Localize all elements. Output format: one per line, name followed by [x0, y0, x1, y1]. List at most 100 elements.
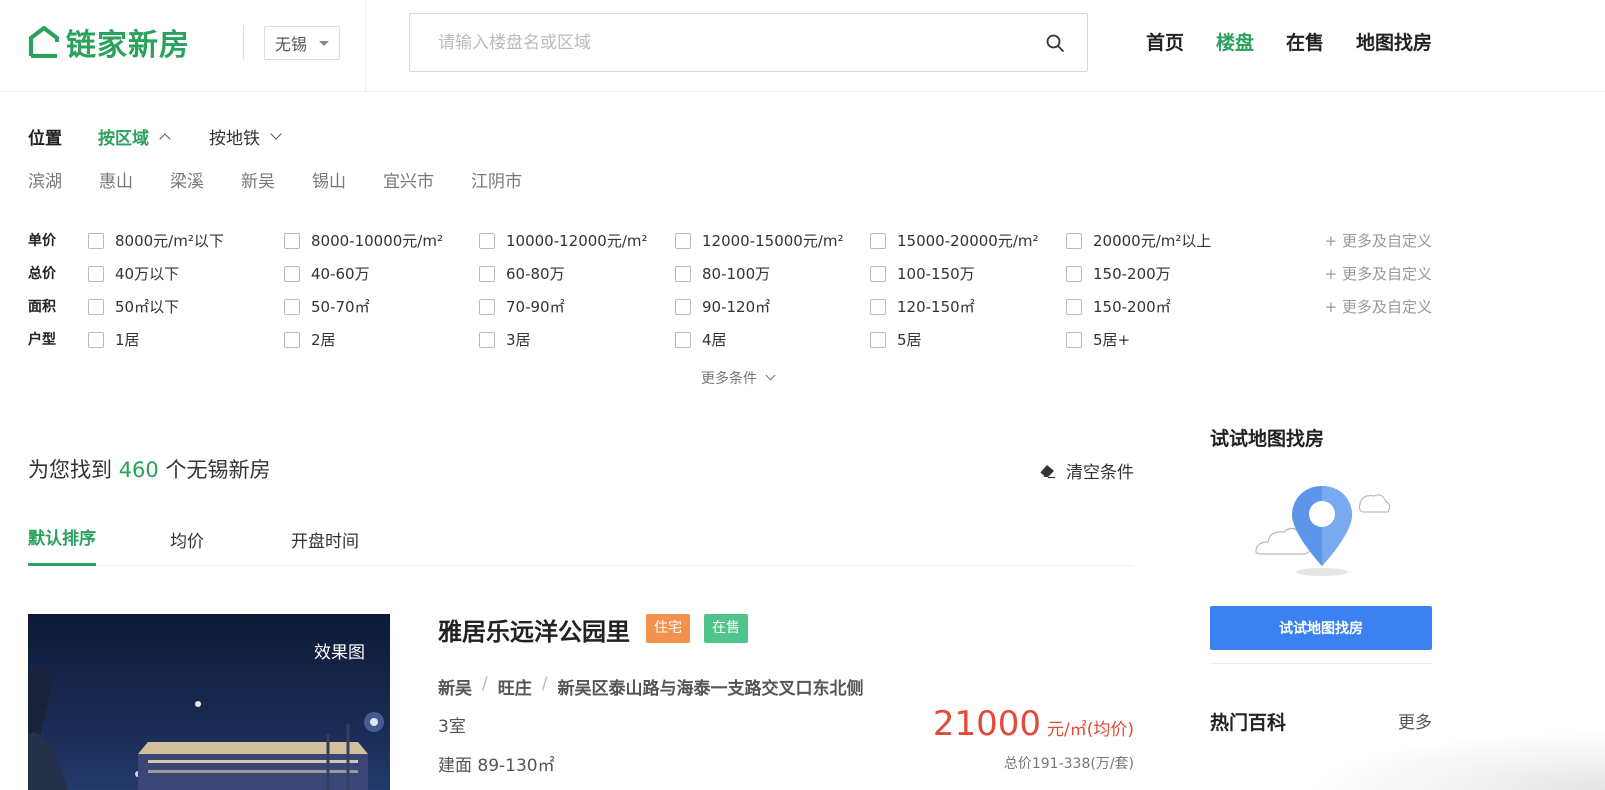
filter-option[interactable]: 120-150㎡ — [870, 296, 975, 317]
checkbox[interactable] — [870, 298, 886, 315]
filter-option[interactable]: 50-70㎡ — [284, 296, 370, 317]
map-search-title: 试试地图找房 — [1210, 428, 1325, 450]
filter-option[interactable]: 50㎡以下 — [88, 296, 179, 317]
checkbox[interactable] — [1066, 265, 1082, 282]
more-conditions-toggle[interactable]: 更多条件 — [701, 368, 776, 388]
sort-opening-date[interactable]: 开盘时间 — [291, 527, 359, 569]
listing-image[interactable]: 效果图 — [28, 614, 390, 790]
location-filter: 位置 按区域 按地铁 — [28, 124, 320, 149]
checkbox[interactable] — [1066, 232, 1082, 249]
checkbox[interactable] — [870, 232, 886, 249]
filter-label: 面积 — [28, 299, 56, 315]
filter-option[interactable]: 15000-20000元/m² — [870, 230, 1039, 251]
filter-option[interactable]: 90-120㎡ — [675, 296, 770, 317]
city-name: 无锡 — [275, 35, 308, 54]
filter-option-label: 3居 — [506, 331, 531, 349]
hot-wiki-more-link[interactable]: 更多 — [1398, 708, 1432, 733]
filter-option[interactable]: 150-200万 — [1066, 263, 1171, 284]
city-selector[interactable]: 无锡 — [264, 26, 340, 60]
checkbox[interactable] — [870, 331, 886, 348]
filter-option[interactable]: 1居 — [88, 329, 140, 350]
checkbox[interactable] — [1066, 298, 1082, 315]
filter-option[interactable]: 80-100万 — [675, 263, 770, 284]
filter-option[interactable]: 60-80万 — [479, 263, 565, 284]
sort-avg-price[interactable]: 均价 — [170, 527, 204, 569]
logo-text: 链家新房 — [66, 28, 190, 63]
filter-option[interactable]: 150-200㎡ — [1066, 296, 1171, 317]
filter-option-label: 70-90㎡ — [506, 298, 565, 316]
filter-option[interactable]: 3居 — [479, 329, 531, 350]
checkbox[interactable] — [88, 265, 104, 282]
filter-option[interactable]: 100-150万 — [870, 263, 975, 284]
checkbox[interactable] — [88, 331, 104, 348]
sort-tabs: 默认排序 均价 开盘时间 — [28, 524, 1134, 566]
checkbox[interactable] — [675, 265, 691, 282]
tab-by-district[interactable]: 按区域 — [98, 124, 171, 149]
sort-default[interactable]: 默认排序 — [28, 524, 96, 566]
lianjia-logo[interactable]: 链家新房 — [28, 24, 190, 63]
checkbox[interactable] — [479, 265, 495, 282]
checkbox[interactable] — [675, 331, 691, 348]
filter-option[interactable]: 70-90㎡ — [479, 296, 565, 317]
filter-option[interactable]: 4居 — [675, 329, 727, 350]
filter-option[interactable]: 5居 — [870, 329, 922, 350]
district-item[interactable]: 滨湖 — [28, 167, 62, 192]
search-input[interactable] — [410, 14, 1030, 71]
chevron-down-icon — [765, 370, 776, 381]
listing-district[interactable]: 新吴 — [438, 674, 472, 699]
filter-option[interactable]: 8000元/m²以下 — [88, 230, 224, 251]
checkbox[interactable] — [675, 232, 691, 249]
location-label: 位置 — [28, 129, 62, 149]
checkbox[interactable] — [88, 298, 104, 315]
checkbox[interactable] — [1066, 331, 1082, 348]
checkbox[interactable] — [479, 298, 495, 315]
checkbox[interactable] — [284, 232, 300, 249]
filter-option[interactable]: 40万以下 — [88, 263, 179, 284]
more-conditions-label: 更多条件 — [701, 371, 757, 387]
filter-option[interactable]: 5居+ — [1066, 329, 1130, 350]
checkbox[interactable] — [88, 232, 104, 249]
filter-option-label: 50-70㎡ — [311, 298, 370, 316]
tab-by-subway[interactable]: 按地铁 — [209, 124, 282, 149]
district-item[interactable]: 宜兴市 — [383, 167, 434, 192]
filter-label: 总价 — [28, 266, 56, 282]
header-divider — [365, 0, 366, 92]
listing-area[interactable]: 旺庄 — [498, 674, 532, 699]
filter-option[interactable]: 2居 — [284, 329, 336, 350]
district-list: 滨湖 惠山 梁溪 新吴 锡山 宜兴市 江阴市 — [28, 167, 559, 192]
checkbox[interactable] — [675, 298, 691, 315]
property-type-tag: 住宅 — [646, 614, 690, 643]
filter-option[interactable]: 8000-10000元/m² — [284, 230, 443, 251]
more-custom-link[interactable]: + 更多及自定义 — [1325, 263, 1432, 284]
checkbox[interactable] — [479, 232, 495, 249]
more-custom-link[interactable]: + 更多及自定义 — [1325, 230, 1432, 251]
nav-projects[interactable]: 楼盘 — [1216, 28, 1254, 55]
filter-option-label: 90-120㎡ — [702, 298, 771, 316]
map-search-button[interactable]: 试试地图找房 — [1210, 606, 1432, 650]
nav-home[interactable]: 首页 — [1146, 28, 1184, 55]
district-item[interactable]: 锡山 — [312, 167, 346, 192]
tab-by-district-label: 按区域 — [98, 129, 149, 149]
district-item[interactable]: 惠山 — [99, 167, 133, 192]
filter-row-total-price: 总价 40万以下 40-60万 60-80万 80-100万 100-150万 … — [28, 263, 1438, 285]
listing-title[interactable]: 雅居乐远洋公园里 — [438, 612, 630, 647]
district-item[interactable]: 梁溪 — [170, 167, 204, 192]
clear-filters-button[interactable]: 清空条件 — [1038, 458, 1134, 483]
search-icon[interactable] — [1045, 33, 1065, 53]
checkbox[interactable] — [284, 331, 300, 348]
more-custom-link[interactable]: + 更多及自定义 — [1325, 296, 1432, 317]
filter-option-label: 40万以下 — [115, 265, 180, 283]
filter-option-label: 4居 — [702, 331, 727, 349]
nav-map-search[interactable]: 地图找房 — [1356, 28, 1432, 55]
checkbox[interactable] — [284, 298, 300, 315]
filter-option[interactable]: 10000-12000元/m² — [479, 230, 648, 251]
checkbox[interactable] — [284, 265, 300, 282]
filter-option[interactable]: 40-60万 — [284, 263, 370, 284]
district-item[interactable]: 新吴 — [241, 167, 275, 192]
district-item[interactable]: 江阴市 — [471, 167, 522, 192]
checkbox[interactable] — [479, 331, 495, 348]
checkbox[interactable] — [870, 265, 886, 282]
filter-option[interactable]: 12000-15000元/m² — [675, 230, 844, 251]
filter-option[interactable]: 20000元/m²以上 — [1066, 230, 1211, 251]
nav-on-sale[interactable]: 在售 — [1286, 28, 1324, 55]
